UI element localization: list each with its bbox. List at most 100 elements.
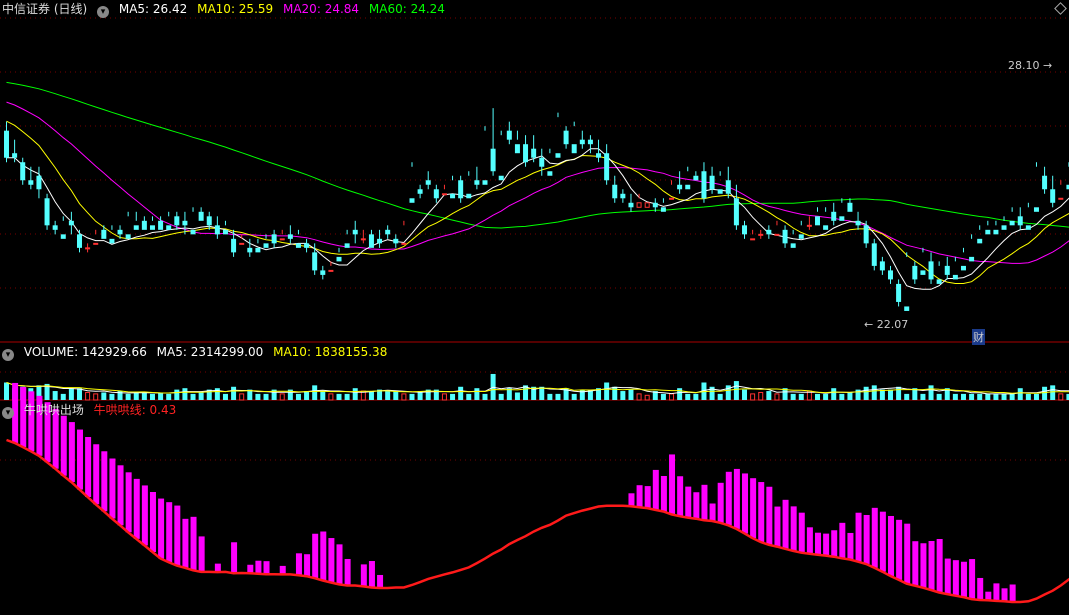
candle-body (985, 229, 991, 235)
indicator-histogram-bar (263, 561, 270, 575)
ma5-label: MA5: 26.42 (118, 2, 188, 16)
indicator-histogram-bar (969, 559, 976, 600)
indicator-histogram-bar (93, 444, 100, 505)
indicator-histogram-bar (798, 512, 805, 553)
chevron-down-icon[interactable]: ▾ (97, 6, 110, 18)
volume-bar (304, 391, 310, 400)
candle-body (190, 229, 196, 235)
volume-bar (750, 393, 756, 401)
indicator-histogram-bar (782, 499, 789, 549)
volume-bar (239, 393, 245, 401)
candle-body (960, 265, 966, 271)
volume-bar (255, 393, 261, 400)
volume-bar (393, 391, 399, 400)
candle-body (52, 225, 58, 230)
candle-body (344, 243, 350, 248)
candle-body (579, 139, 585, 145)
candle-body (425, 180, 431, 185)
low-price-label: ← 22.07 (864, 318, 909, 331)
volume-bar (904, 393, 910, 400)
candle-body (44, 198, 50, 226)
volume-bar (320, 391, 326, 400)
candle-body (133, 225, 139, 230)
indicator-histogram-bar (125, 472, 132, 533)
indicator-histogram-bar (295, 553, 302, 576)
indicator-histogram-bar (328, 538, 335, 583)
indicator-histogram-bar (831, 530, 838, 557)
volume-bar (579, 389, 585, 400)
candle-body (733, 198, 739, 226)
volume-bar (636, 393, 642, 401)
indicator-histogram-bar (912, 541, 919, 586)
finance-marker[interactable]: 财 (972, 329, 985, 345)
indicator-histogram-bar (725, 471, 732, 526)
chevron-down-icon[interactable]: ▾ (2, 407, 14, 419)
candle-body (182, 220, 188, 226)
candle-body (304, 243, 310, 248)
indicator-histogram-bar (636, 485, 643, 508)
candle-body (149, 225, 155, 230)
candle-body (782, 229, 788, 244)
volume-bar (733, 381, 739, 400)
volume-bar (1058, 393, 1064, 401)
volume-bar (336, 393, 342, 400)
indicator-histogram-bar (750, 478, 757, 539)
volume-bar (1050, 385, 1056, 400)
indicator-histogram-bar (320, 531, 327, 581)
indicator-histogram-bar (733, 468, 740, 529)
candle-body (709, 175, 715, 190)
candle-body (855, 220, 861, 226)
candle-body (93, 242, 99, 245)
volume-bar (125, 393, 131, 400)
volume-bar (158, 392, 164, 400)
volume-bar (68, 388, 74, 400)
candle-body (531, 148, 537, 158)
candle-body (725, 180, 731, 194)
indicator-histogram-bar (815, 532, 821, 555)
chevron-down-icon[interactable]: ▾ (2, 349, 14, 361)
stock-chart[interactable] (0, 0, 1069, 615)
candle-body (458, 180, 464, 199)
volume-bar (685, 393, 691, 400)
volume-bar (368, 391, 374, 400)
indicator-histogram-bar (182, 518, 189, 568)
indicator-histogram-bar (952, 560, 959, 596)
volume-bar (401, 393, 407, 401)
volume-bar (198, 392, 204, 400)
candle-body (368, 234, 374, 248)
high-price-label: 28.10 → (1008, 59, 1053, 72)
volume-bar (474, 388, 480, 400)
volume-bar (952, 393, 958, 400)
volume-bar (677, 388, 683, 400)
volume-bar (190, 393, 196, 400)
candle-body (174, 216, 180, 226)
candle-body (1017, 216, 1023, 226)
indicator-histogram-bar (766, 486, 773, 545)
volume-ma-lines (6, 382, 1069, 395)
candle-body (993, 229, 999, 235)
indicator-histogram-bar (685, 486, 692, 518)
candle-body (790, 243, 796, 248)
volume-bar (798, 393, 804, 400)
indicator-histogram-bar (871, 507, 878, 568)
indicator-histogram-bar (847, 532, 854, 560)
candle-body (847, 202, 853, 212)
volume-bar (758, 391, 764, 401)
indicator-histogram-bar (85, 437, 92, 498)
candle-body (68, 220, 74, 226)
candle-body (612, 184, 618, 199)
candle-body (1033, 207, 1039, 212)
candle-body (506, 130, 512, 140)
candle-body (904, 306, 910, 311)
candle-body (669, 197, 675, 200)
volume-bar (863, 386, 869, 400)
candle-body (758, 233, 764, 236)
volume-bar (871, 385, 877, 400)
candle-body (920, 270, 926, 275)
volume-bar (76, 388, 82, 400)
volume-bar (279, 393, 285, 401)
candle-body (806, 224, 812, 227)
indicator-histogram-bar (928, 541, 935, 591)
candle-body (231, 238, 237, 253)
candle-body (320, 270, 326, 275)
